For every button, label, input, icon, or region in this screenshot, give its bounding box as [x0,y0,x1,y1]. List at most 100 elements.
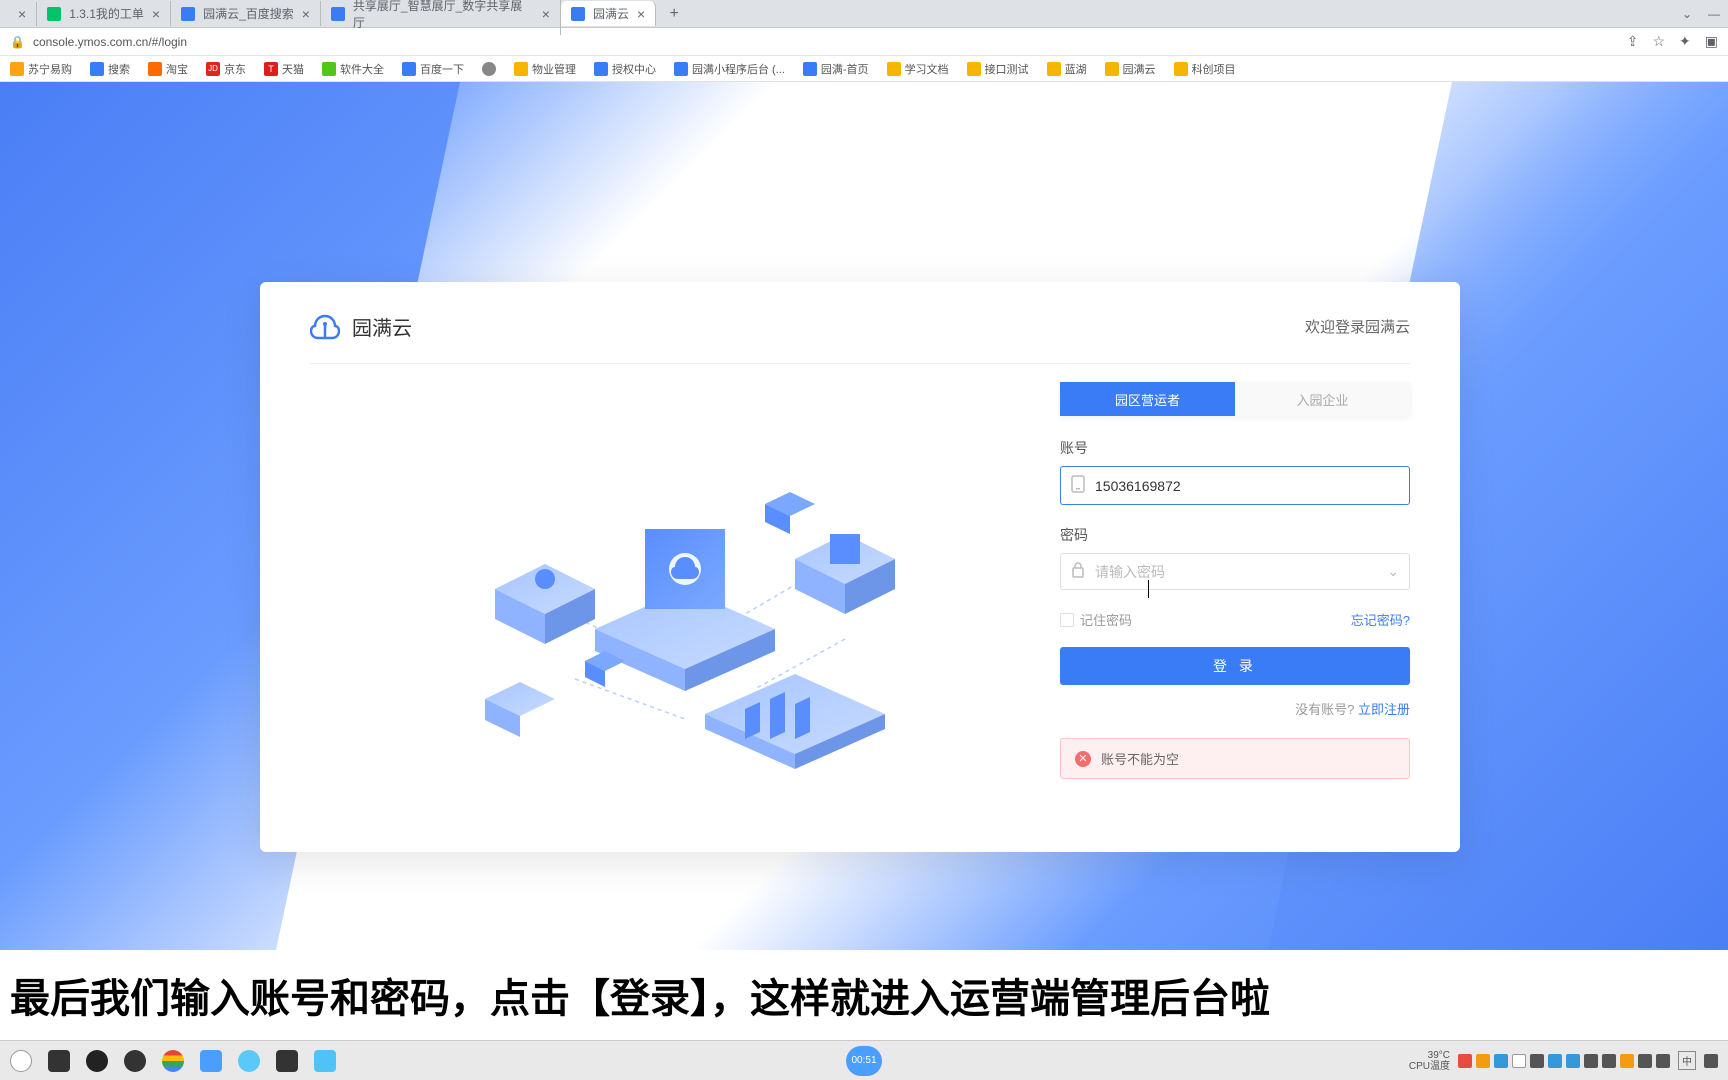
bookmark-item[interactable]: 苏宁易购 [10,61,72,77]
bookmarks-bar: 苏宁易购 搜索 淘宝 JD京东 T天猫 软件大全 百度一下 物业管理 授权中心 … [0,56,1728,82]
app-icon[interactable] [86,1050,108,1072]
browser-tab[interactable]: × [8,2,37,26]
tab-operator[interactable]: 园区营运者 [1060,382,1235,416]
tab-enterprise[interactable]: 入园企业 [1235,382,1410,416]
remember-checkbox[interactable]: 记住密码 [1060,610,1132,629]
tray-icon[interactable] [1704,1054,1718,1068]
browser-tab-active[interactable]: 园满云 × [561,1,656,26]
bookmark-item[interactable]: 授权中心 [594,61,656,77]
taskbar-clock[interactable]: 00:51 [846,1046,882,1076]
tray-icon[interactable] [1602,1054,1616,1068]
checkbox-icon [1060,613,1074,627]
bookmark-item[interactable] [482,62,496,76]
bookmark-item[interactable]: 科创项目 [1174,61,1236,77]
bookmark-icon [674,62,688,76]
subtitle-overlay: 最后我们输入账号和密码，点击【登录】，这样就进入运营端管理后台啦 [0,950,1728,1040]
password-input-wrap[interactable]: ⌄ [1060,553,1410,590]
tray-icon[interactable] [1566,1054,1580,1068]
signup-link[interactable]: 立即注册 [1358,702,1410,717]
temperature-label: CPU温度 [1409,1061,1450,1072]
bookmark-item[interactable]: 园满云 [1105,61,1156,77]
browser-tab[interactable]: 共享展厅_智慧展厅_数字共享展厅 × [321,0,561,35]
app-icon[interactable] [200,1050,222,1072]
bookmark-item[interactable]: 蓝湖 [1047,61,1087,77]
account-input-wrap[interactable] [1060,466,1410,505]
close-icon[interactable]: × [18,6,26,22]
signup-row: 没有账号? 立即注册 [1060,699,1410,718]
ime-indicator[interactable]: 中 [1678,1051,1696,1070]
network-icon[interactable] [1656,1054,1670,1068]
bookmark-item[interactable]: 物业管理 [514,61,576,77]
share-icon[interactable]: ⇪ [1627,33,1639,50]
tray-icon[interactable] [1548,1054,1562,1068]
bookmark-item[interactable]: 软件大全 [322,61,384,77]
chrome-icon[interactable] [162,1050,184,1072]
app-icon[interactable] [238,1050,260,1072]
tray-icon[interactable] [1494,1054,1508,1068]
bookmark-item[interactable]: 接口测试 [967,61,1029,77]
close-icon[interactable]: × [152,6,160,22]
login-type-tabs: 园区营运者 入园企业 [1060,382,1410,416]
app-icon[interactable] [314,1050,336,1072]
star-icon[interactable]: ☆ [1652,33,1665,50]
bookmark-item[interactable]: 园满小程序后台 (... [674,61,785,77]
remember-label: 记住密码 [1080,610,1132,629]
bookmark-item[interactable]: 搜索 [90,61,130,77]
login-button[interactable]: 登 录 [1060,647,1410,685]
tray-icon[interactable] [1512,1054,1526,1068]
card-header: 园满云 欢迎登录园满云 [310,312,1410,364]
chevron-down-icon[interactable]: ⌄ [1387,563,1399,580]
browser-tab[interactable]: 1.3.1我的工单 × [37,1,171,26]
close-icon[interactable]: × [302,6,310,22]
chevron-down-icon[interactable]: ⌄ [1682,7,1692,21]
bookmark-item[interactable]: 园满-首页 [803,61,869,77]
subtitle-text: 最后我们输入账号和密码，点击【登录】，这样就进入运营端管理后台啦 [10,966,1270,1024]
tray-icon[interactable] [1476,1054,1490,1068]
bookmark-item[interactable]: T天猫 [264,61,304,77]
search-icon[interactable] [124,1050,146,1072]
volume-icon[interactable] [1638,1054,1652,1068]
bookmark-item[interactable]: 淘宝 [148,61,188,77]
system-tray[interactable] [1458,1054,1670,1068]
tray-icon[interactable] [1458,1054,1472,1068]
forgot-password-link[interactable]: 忘记密码? [1351,610,1410,629]
tray-icon[interactable] [1530,1054,1544,1068]
url-text[interactable]: console.ymos.com.cn/#/login [33,35,1619,49]
taskbar: 00:51 39°C CPU温度 中 [0,1040,1728,1080]
bookmark-icon [594,62,608,76]
illustration [310,364,1060,814]
start-icon[interactable] [10,1050,32,1072]
minimize-icon[interactable]: — [1708,7,1720,21]
folder-icon [967,62,981,76]
close-icon[interactable]: × [542,6,550,22]
lock-icon[interactable]: 🔒 [10,35,25,49]
tray-icon[interactable] [1620,1054,1634,1068]
taskview-icon[interactable] [48,1050,70,1072]
bookmark-item[interactable]: 学习文档 [887,61,949,77]
login-form: 园区营运者 入园企业 账号 密码 ⌄ [1060,364,1410,814]
isometric-illustration-icon [425,399,945,779]
address-bar: 🔒 console.ymos.com.cn/#/login ⇪ ☆ ✦ ▣ [0,28,1728,56]
bookmark-item[interactable]: 百度一下 [402,61,464,77]
extensions-icon[interactable]: ✦ [1679,33,1691,50]
tab-title: 1.3.1我的工单 [69,5,144,22]
app-icon[interactable] [276,1050,298,1072]
favicon-icon [47,7,61,21]
tray-icon[interactable] [1584,1054,1598,1068]
favicon-icon [571,7,585,21]
account-input[interactable] [1095,478,1399,494]
browser-tab[interactable]: 园满云_百度搜索 × [171,1,321,26]
temperature: 39°C [1409,1050,1450,1061]
panel-icon[interactable]: ▣ [1705,33,1718,50]
bookmark-item[interactable]: JD京东 [206,61,246,77]
brand-logo-icon [310,314,340,340]
password-input[interactable] [1095,564,1377,580]
bookmark-icon [402,62,416,76]
error-text: 账号不能为空 [1101,749,1179,768]
account-label: 账号 [1060,438,1410,458]
tab-title: 共享展厅_智慧展厅_数字共享展厅 [353,0,534,31]
password-label: 密码 [1060,525,1410,545]
lock-icon [1071,562,1085,581]
close-icon[interactable]: × [637,6,645,22]
new-tab-button[interactable]: + [664,4,684,24]
